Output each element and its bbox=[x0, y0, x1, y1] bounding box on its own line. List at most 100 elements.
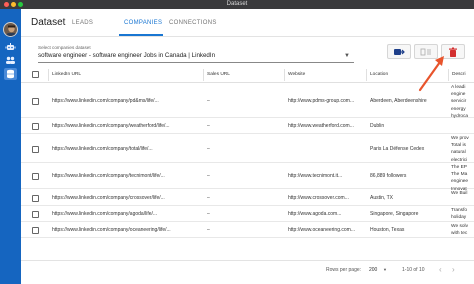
linkedin-url-cell[interactable]: https://www.linkedin.com/company/total/l… bbox=[52, 146, 153, 152]
row-checkbox[interactable] bbox=[32, 227, 39, 234]
select-all-checkbox[interactable] bbox=[32, 71, 39, 78]
next-page-icon[interactable]: › bbox=[452, 265, 455, 274]
location-cell: Singapore, Singapore bbox=[370, 211, 419, 217]
row-checkbox[interactable] bbox=[32, 123, 39, 130]
select-underline bbox=[38, 62, 354, 63]
sales-url-cell: – bbox=[207, 195, 210, 201]
description-line: engine bbox=[451, 92, 466, 98]
row-checkbox[interactable] bbox=[32, 173, 39, 180]
linkedin-url-cell[interactable]: https://www.linkedin.com/company/agoda/l… bbox=[52, 211, 157, 217]
linkedin-url-cell[interactable]: https://www.linkedin.com/company/weather… bbox=[52, 123, 170, 129]
description-cell: A leadi engine servicir energy hydroca bbox=[451, 84, 468, 120]
tab-companies[interactable]: COMPANIES bbox=[124, 20, 162, 26]
column-header-website[interactable]: Website bbox=[288, 72, 305, 77]
dataset-icon[interactable] bbox=[4, 68, 17, 80]
sales-url-cell: – bbox=[207, 123, 210, 129]
column-header-location[interactable]: Location bbox=[370, 72, 388, 77]
tab-indicator bbox=[119, 34, 163, 36]
dataset-select-label: Select companies dataset bbox=[38, 45, 91, 50]
chevron-down-icon[interactable]: ▼ bbox=[383, 267, 387, 272]
rows-per-page-label: Rows per page: bbox=[326, 267, 362, 273]
columns-button[interactable] bbox=[414, 44, 438, 59]
linkedin-url-cell[interactable]: https://www.linkedin.com/company/tecnimo… bbox=[52, 173, 165, 179]
description-line: natural bbox=[451, 150, 466, 156]
description-line: A leadi bbox=[451, 85, 466, 90]
location-cell: Dublin bbox=[370, 123, 385, 129]
column-divider bbox=[48, 69, 49, 81]
column-divider bbox=[366, 69, 367, 81]
pagination-range: 1-10 of 10 bbox=[402, 267, 425, 273]
column-header-sales-url[interactable]: Sales URL bbox=[207, 72, 230, 77]
column-divider bbox=[203, 69, 204, 81]
delete-icon bbox=[449, 47, 457, 57]
pagination-bar: Rows per page: 200 ▼ 1-10 of 10 ‹ › bbox=[21, 260, 474, 284]
location-cell: Houston, Texas bbox=[370, 227, 405, 233]
description-line: with tec bbox=[451, 231, 468, 237]
delete-button[interactable] bbox=[441, 44, 465, 59]
rows-per-page-select[interactable]: 200 bbox=[369, 267, 377, 273]
website-cell[interactable]: http://www.tecnimont.it... bbox=[288, 173, 342, 179]
description-line: The EP bbox=[451, 165, 467, 170]
linkedin-url-cell[interactable]: https://www.linkedin.com/company/oceanee… bbox=[52, 227, 171, 233]
website-cell[interactable]: http://www.agoda.com... bbox=[288, 211, 341, 217]
page-title: Dataset bbox=[31, 17, 66, 28]
sales-url-cell: – bbox=[207, 227, 210, 233]
description-line: holiday bbox=[451, 215, 467, 221]
description-cell: Transfo holiday bbox=[451, 207, 467, 221]
sales-url-cell: – bbox=[207, 173, 210, 179]
window-title: Dataset bbox=[226, 1, 248, 7]
website-cell[interactable]: http://www.pdms-group.com... bbox=[288, 98, 354, 104]
row-checkbox[interactable] bbox=[32, 195, 39, 202]
tab-leads[interactable]: LEADS bbox=[72, 20, 93, 26]
description-line: We Buil bbox=[451, 191, 468, 196]
column-divider bbox=[448, 69, 449, 81]
row-checkbox[interactable] bbox=[32, 146, 39, 153]
row-checkbox[interactable] bbox=[32, 98, 39, 105]
table-row[interactable]: https://www.linkedin.com/company/pd&ms/l… bbox=[21, 83, 474, 120]
people-icon[interactable] bbox=[4, 55, 17, 65]
columns-icon bbox=[420, 48, 431, 56]
app-bar: Dataset LEADS COMPANIES CONNECTIONS bbox=[21, 9, 474, 37]
linkedin-url-cell[interactable]: https://www.linkedin.com/company/crossov… bbox=[52, 195, 165, 201]
table-row[interactable]: https://www.linkedin.com/company/total/l… bbox=[21, 134, 474, 163]
previous-page-icon[interactable]: ‹ bbox=[439, 265, 442, 274]
description-line: Total is bbox=[451, 143, 466, 149]
description-line: The Ma bbox=[451, 172, 468, 178]
export-button[interactable] bbox=[387, 44, 411, 59]
table-row[interactable]: https://www.linkedin.com/company/agoda/l… bbox=[21, 206, 474, 222]
sales-url-cell: – bbox=[207, 146, 210, 152]
chevron-down-icon[interactable]: ▼ bbox=[344, 53, 350, 59]
table-row[interactable]: https://www.linkedin.com/company/oceanee… bbox=[21, 222, 474, 238]
table-row[interactable]: https://www.linkedin.com/company/crossov… bbox=[21, 189, 474, 206]
website-cell[interactable]: http://www.oceaneering.com... bbox=[288, 227, 355, 233]
description-line: enginee bbox=[451, 179, 469, 185]
description-line: energy bbox=[451, 106, 466, 112]
table-row[interactable]: https://www.linkedin.com/company/tecnimo… bbox=[21, 163, 474, 192]
website-cell[interactable]: http://www.crossover.com... bbox=[288, 195, 349, 201]
location-cell: 86,889 followers bbox=[370, 173, 407, 179]
location-cell: Paris La Défense Cedex bbox=[370, 146, 425, 152]
avatar[interactable] bbox=[3, 22, 18, 37]
column-header-linkedin-url[interactable]: LinkedIn URL bbox=[52, 72, 81, 77]
dataset-select[interactable]: software engineer - software engineer Jo… bbox=[38, 52, 215, 59]
sales-url-cell: – bbox=[207, 98, 210, 104]
row-checkbox[interactable] bbox=[32, 211, 39, 218]
export-icon bbox=[394, 49, 405, 55]
description-cell: We solv with tec bbox=[451, 223, 468, 237]
description-line: We solv bbox=[451, 224, 468, 229]
location-cell: Austin, TX bbox=[370, 195, 393, 201]
description-line: We prov bbox=[451, 136, 469, 141]
description-line: Transfo bbox=[451, 208, 468, 213]
window-titlebar: Dataset bbox=[0, 0, 474, 9]
tab-connections[interactable]: CONNECTIONS bbox=[169, 20, 217, 26]
description-cell: We Buil bbox=[451, 190, 467, 197]
description-line: servicir bbox=[451, 99, 467, 105]
column-header-description[interactable]: Descri bbox=[452, 72, 466, 77]
website-cell[interactable]: http://www.weatherford.com... bbox=[288, 123, 354, 129]
robot-icon[interactable] bbox=[4, 42, 17, 52]
table-header: LinkedIn URL Sales URL Website Location … bbox=[21, 67, 474, 83]
sidebar bbox=[0, 9, 21, 284]
linkedin-url-cell[interactable]: https://www.linkedin.com/company/pd&ms/l… bbox=[52, 98, 159, 104]
description-cell: We prov Total is natural electrici bbox=[451, 135, 469, 164]
table-row[interactable]: https://www.linkedin.com/company/weather… bbox=[21, 118, 474, 134]
